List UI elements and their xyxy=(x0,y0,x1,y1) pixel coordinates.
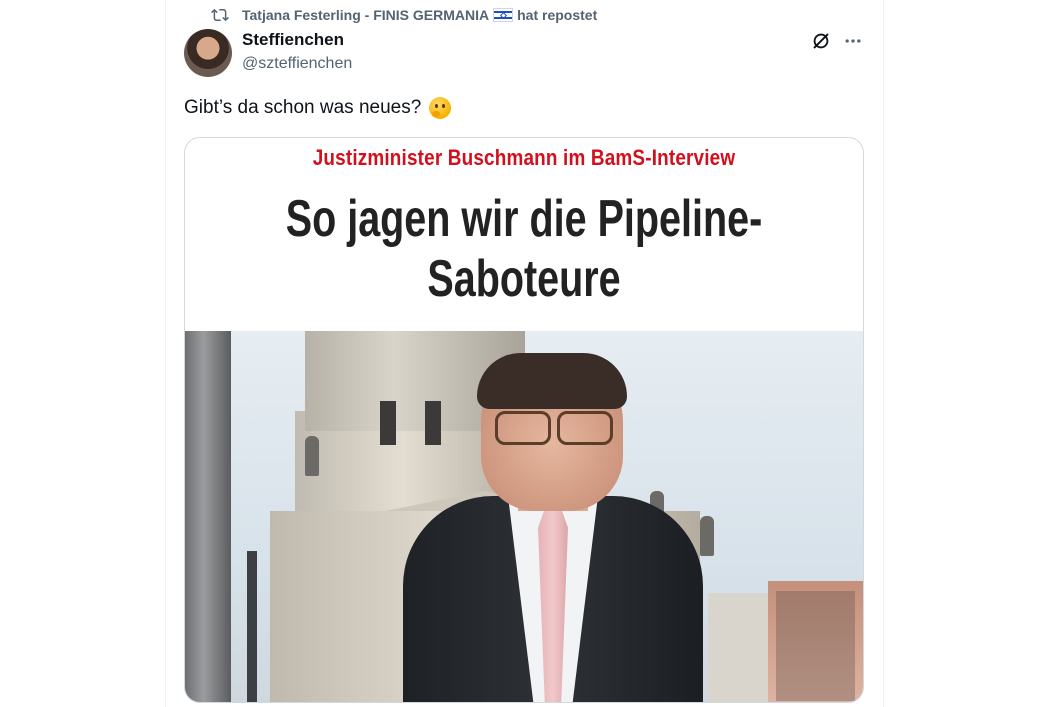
statue xyxy=(305,436,319,476)
tweet-media-image[interactable]: Justizminister Buschmann im BamS-Intervi… xyxy=(184,137,864,703)
tweet-text: Gibt’s da schon was neues? xyxy=(184,96,452,120)
repost-user-name[interactable]: Tatjana Festerling - FINIS GERMANIA xyxy=(242,7,489,23)
repost-label: hat repostet xyxy=(517,7,598,23)
person xyxy=(403,351,703,702)
background-building xyxy=(768,581,863,702)
thinking-face-emoji-icon xyxy=(429,97,452,119)
background-building xyxy=(708,593,768,702)
more-icon xyxy=(845,39,861,43)
repost-icon xyxy=(210,5,230,25)
pillar xyxy=(185,331,231,702)
headline-kicker: Justizminister Buschmann im BamS-Intervi… xyxy=(312,145,736,170)
glasses xyxy=(495,411,613,445)
headline-line-1: So jagen wir die Pipeline- xyxy=(285,190,763,248)
more-button[interactable] xyxy=(840,28,866,54)
repost-context[interactable]: Tatjana Festerling - FINIS GERMANIA hat … xyxy=(210,5,597,25)
lamp-pole xyxy=(247,551,257,702)
israel-flag-icon xyxy=(493,8,514,22)
headline-line-2: Saboteure xyxy=(427,250,621,308)
hair xyxy=(477,353,627,409)
tweet-body: Gibt’s da schon was neues? xyxy=(184,97,422,118)
author-name[interactable]: Steffienchen xyxy=(242,30,352,50)
author-handle[interactable]: @szteffienchen xyxy=(242,54,352,74)
newspaper-headline: Justizminister Buschmann im BamS-Intervi… xyxy=(185,138,863,331)
grok-icon xyxy=(813,33,829,49)
grok-button[interactable] xyxy=(808,28,834,54)
author-block[interactable]: Steffienchen @szteffienchen xyxy=(242,30,352,74)
news-photo xyxy=(185,331,863,702)
avatar[interactable] xyxy=(184,29,232,77)
